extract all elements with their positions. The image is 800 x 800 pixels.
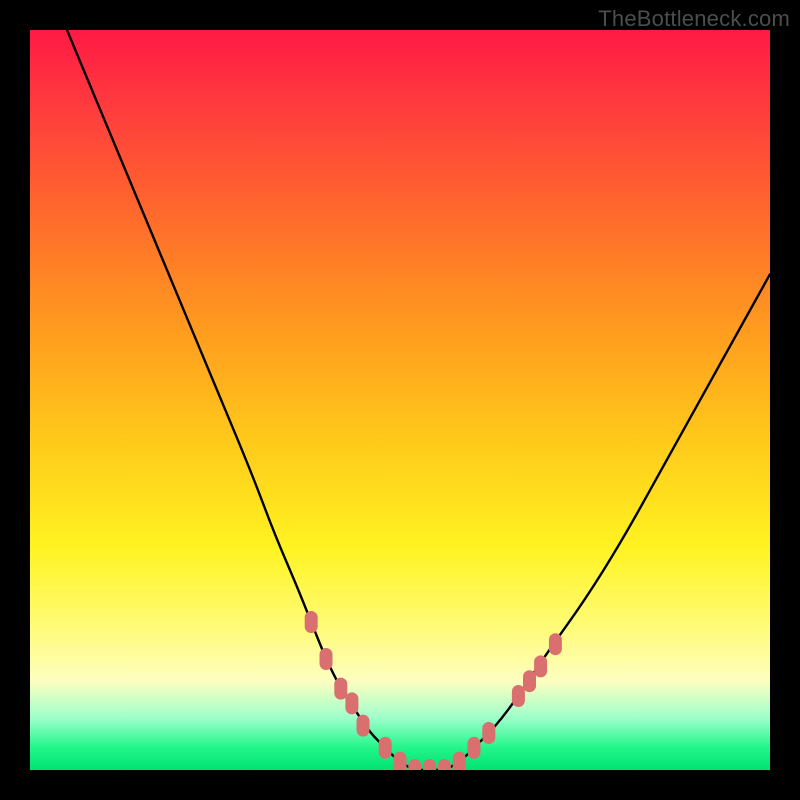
curve-marker bbox=[320, 648, 333, 670]
curve-layer bbox=[30, 30, 770, 770]
curve-marker bbox=[357, 715, 370, 737]
curve-marker bbox=[534, 655, 547, 677]
curve-marker bbox=[379, 737, 392, 759]
curve-marker bbox=[438, 759, 451, 770]
plot-area bbox=[30, 30, 770, 770]
curve-marker bbox=[408, 759, 421, 770]
curve-marker bbox=[523, 670, 536, 692]
curve-marker bbox=[305, 611, 318, 633]
curve-marker bbox=[345, 692, 358, 714]
curve-marker bbox=[334, 678, 347, 700]
marker-group bbox=[305, 611, 562, 770]
curve-marker bbox=[453, 752, 466, 770]
curve-marker bbox=[549, 633, 562, 655]
chart-frame: TheBottleneck.com bbox=[0, 0, 800, 800]
curve-marker bbox=[512, 685, 525, 707]
curve-marker bbox=[482, 722, 495, 744]
watermark-text: TheBottleneck.com bbox=[598, 6, 790, 32]
bottleneck-curve bbox=[67, 30, 770, 770]
curve-marker bbox=[394, 752, 407, 770]
curve-marker bbox=[423, 759, 436, 770]
curve-marker bbox=[468, 737, 481, 759]
